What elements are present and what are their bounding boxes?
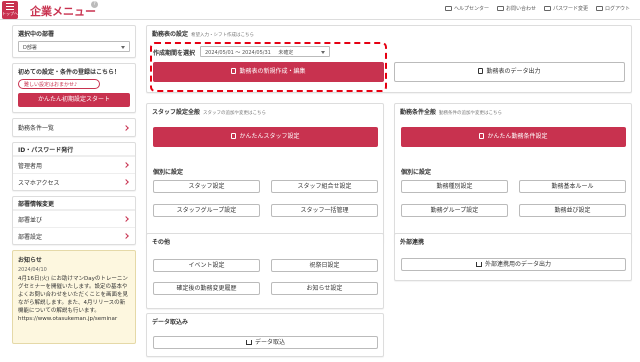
contact-link[interactable]: お問い合わせ [496, 5, 536, 12]
chevron-right-icon [123, 124, 129, 131]
work-rule-button[interactable]: 勤務基本ルール [519, 180, 626, 193]
dept-info-card: 部署情報変更 部署並び 部署設定 [12, 196, 136, 245]
staff-panel: スタッフ設定全般 スタッフの追加や変更はこちら かんたんスタッフ設定 個別に設定 … [146, 103, 384, 243]
data-import-button[interactable]: データ取込 [153, 336, 378, 349]
key-icon [543, 6, 551, 11]
external-title: 外部連携 [400, 239, 425, 246]
conditions-individual-label: 個別に設定 [401, 169, 432, 176]
top-bar: トップへ 企業メニュー ? ヘルプセンター お問い合わせ パスワード変更 ログア… [0, 0, 640, 20]
sidebar-item-dept-order[interactable]: 部署並び [13, 210, 135, 227]
conditions-title: 勤務条件全般 勤務条件の追加や変更はこちら [400, 109, 503, 116]
export-schedule-button[interactable]: 勤務表のデータ出力 [394, 62, 625, 82]
work-conditions-card: 勤務条件一覧 [12, 118, 136, 137]
schedule-panel: 勤務表の設定 希望入力・シフト作成はこちら 作成期間を選択 2024/05/01 … [146, 25, 632, 93]
id-password-title: ID・パスワード発行 [13, 143, 135, 156]
staff-individual-label: 個別に設定 [153, 169, 184, 176]
setup-card: 初めての設定・条件の登録はこちら！ 難しい設定はおまかせ♪ かんたん初期設定スタ… [12, 63, 136, 113]
header-links: ヘルプセンター お問い合わせ パスワード変更 ログアウト [444, 5, 630, 12]
data-import-title: データ取込み [152, 319, 189, 326]
document-icon [479, 133, 485, 139]
upload-icon [245, 340, 252, 345]
help-icon[interactable]: ? [91, 1, 98, 8]
notice-text: 4月16日(火) にお助けマンDayのトレーニングセミナーを開催いたします。設定… [18, 276, 129, 314]
help-center-link[interactable]: ヘルプセンター [444, 5, 489, 12]
notice-date: 2024/04/10 [18, 267, 47, 273]
sidebar-item-dept-settings[interactable]: 部署設定 [13, 227, 135, 244]
notice-panel: お知らせ 2024/04/10 4月16日(火) にお助けマンDayのトレーニン… [12, 250, 136, 344]
easy-conditions-button[interactable]: かんたん勤務条件設定 [401, 127, 626, 147]
logout-icon [595, 6, 603, 11]
work-order-button[interactable]: 勤務並び設定 [519, 204, 626, 217]
other-title: その他 [152, 239, 171, 246]
password-change-link[interactable]: パスワード変更 [543, 5, 588, 12]
page-title: 企業メニュー [30, 5, 96, 18]
external-panel: 外部連携 外部連携用のデータ出力 [394, 233, 632, 281]
dept-select[interactable]: D部署 [18, 41, 130, 52]
staff-bulk-button[interactable]: スタッフ一括管理 [271, 204, 378, 217]
dept-info-title: 部署情報変更 [13, 197, 135, 210]
holiday-settings-button[interactable]: 祝祭日設定 [271, 259, 378, 272]
id-password-card: ID・パスワード発行 管理者用 スマホアクセス [12, 142, 136, 191]
calendar-icon [478, 68, 484, 74]
easy-staff-button[interactable]: かんたんスタッフ設定 [153, 127, 378, 147]
staff-icon [231, 133, 237, 139]
top-menu-button[interactable]: トップへ [2, 1, 18, 19]
chevron-right-icon [123, 162, 129, 168]
work-conditions-link[interactable]: 勤務条件一覧 [13, 119, 135, 136]
schedule-title: 勤務表の設定 希望入力・シフト作成はこちら [152, 31, 255, 38]
chevron-down-icon [121, 46, 125, 49]
hamburger-icon [6, 3, 14, 10]
work-group-button[interactable]: 勤務グループ設定 [401, 204, 508, 217]
chevron-right-icon [123, 233, 129, 239]
other-panel: その他 イベント設定 祝祭日設定 確定後の勤務変更履歴 お知らせ設定 [146, 233, 384, 309]
setup-title: 初めての設定・条件の登録はこちら！ [18, 69, 121, 76]
book-icon [444, 6, 452, 11]
work-type-button[interactable]: 勤務種別設定 [401, 180, 508, 193]
highlight-frame [150, 42, 387, 92]
easy-setup-button[interactable]: かんたん初期設定スタート [18, 93, 130, 107]
sidebar: 選択中の部署 D部署 初めての設定・条件の登録はこちら！ 難しい設定はおまかせ♪… [12, 25, 136, 344]
mail-icon [496, 6, 504, 11]
dept-card: 選択中の部署 D部署 [12, 25, 136, 58]
dept-title: 選択中の部署 [18, 31, 55, 38]
sidebar-item-smartphone[interactable]: スマホアクセス [13, 173, 135, 190]
change-history-button[interactable]: 確定後の勤務変更履歴 [153, 282, 260, 295]
event-settings-button[interactable]: イベント設定 [153, 259, 260, 272]
staff-group-button[interactable]: スタッフグループ設定 [153, 204, 260, 217]
notice-url[interactable]: https://www.otasukeman.jp/seminar [18, 315, 130, 323]
setup-bubble: 難しい設定はおまかせ♪ [18, 79, 100, 89]
notice-settings-button[interactable]: お知らせ設定 [271, 282, 378, 295]
sidebar-item-admin[interactable]: 管理者用 [13, 156, 135, 173]
staff-title: スタッフ設定全般 スタッフの追加や変更はこちら [152, 109, 267, 116]
staff-settings-button[interactable]: スタッフ設定 [153, 180, 260, 193]
external-export-button[interactable]: 外部連携用のデータ出力 [401, 258, 626, 271]
logout-link[interactable]: ログアウト [595, 5, 630, 12]
conditions-panel: 勤務条件全般 勤務条件の追加や変更はこちら かんたん勤務条件設定 個別に設定 勤務… [394, 103, 632, 243]
menu-label: トップへ [2, 11, 18, 16]
chevron-right-icon [123, 179, 129, 185]
download-icon [475, 262, 482, 267]
staff-combination-button[interactable]: スタッフ組合せ設定 [271, 180, 378, 193]
data-import-panel: データ取込み データ取込 [146, 313, 384, 357]
notice-title: お知らせ [18, 257, 42, 264]
chevron-right-icon [123, 216, 129, 222]
